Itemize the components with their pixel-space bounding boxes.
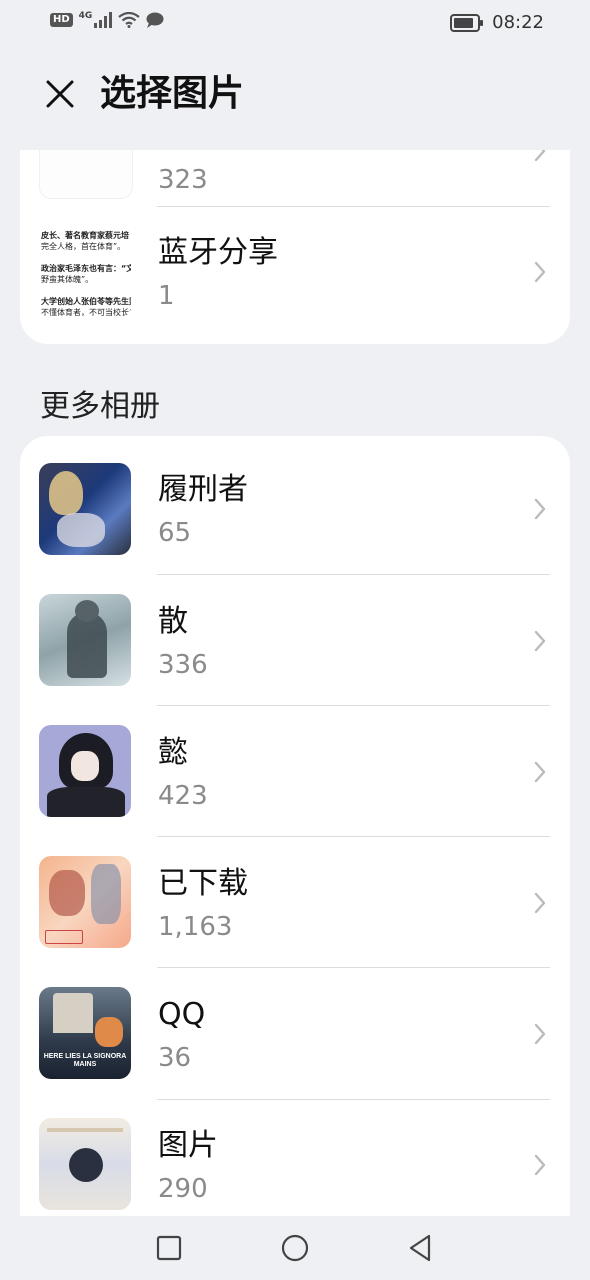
album-row[interactable]: 图片 290 [20, 1092, 570, 1216]
section-title-more-albums: 更多相册 [40, 389, 160, 424]
message-icon [146, 12, 164, 28]
thumbnail-doc-line [41, 285, 129, 296]
chevron-right-icon [534, 498, 546, 520]
thumbnail-caption: HERE LIES LA SIGNORA MAINS [43, 1053, 127, 1068]
thumbnail-doc-line: 完全人格，首在体育”。 [41, 242, 126, 251]
status-time: 08:22 [492, 12, 544, 33]
square-icon [156, 1235, 182, 1261]
chevron-right-icon [534, 1023, 546, 1045]
album-thumbnail [39, 463, 131, 555]
chevron-right-icon [534, 261, 546, 283]
album-name: 已下载 [158, 866, 248, 901]
album-thumbnail-document: 皮长、著名教育家蔡元培完全人格，首在体育”。 政治家毛泽东也有言：“文明野蛮其体… [39, 226, 131, 318]
chevron-right-icon [534, 892, 546, 914]
circle-icon [281, 1234, 309, 1262]
thumbnail-doc-line: 皮长、著名教育家蔡元培 [41, 231, 129, 240]
album-count: 1 [158, 281, 175, 311]
page-title: 选择图片 [100, 73, 245, 114]
thumbnail-doc-line: 不懂体育者，不可当校长”。 [41, 308, 131, 317]
album-list-more: 履刑者 65 散 336 懿 423 已下载 1,163 HERE LIES L… [20, 436, 570, 1216]
thumbnail-doc-line: 野蛮其体魄”。 [41, 275, 94, 284]
chevron-right-icon [534, 1154, 546, 1176]
album-row[interactable]: 懿 423 [20, 699, 570, 830]
status-right: 08:22 [450, 12, 544, 33]
album-name: 懿 [158, 735, 188, 770]
close-icon [46, 80, 74, 108]
app-header: 选择图片 [0, 60, 590, 130]
album-row-bluetooth[interactable]: 皮长、著名教育家蔡元培完全人格，首在体育”。 政治家毛泽东也有言：“文明野蛮其体… [20, 207, 570, 338]
album-name: QQ [158, 997, 206, 1032]
back-button[interactable] [404, 1232, 436, 1264]
network-label: 4G [78, 11, 93, 21]
status-left: HD 4G [50, 11, 164, 28]
thumbnail-doc-line: 政治家毛泽东也有言：“文明 [41, 264, 131, 273]
battery-icon [450, 13, 484, 32]
triangle-back-icon [409, 1234, 431, 1262]
home-button[interactable] [279, 1232, 311, 1264]
album-thumbnail [39, 594, 131, 686]
system-nav-bar [0, 1216, 590, 1280]
album-thumbnail [39, 150, 133, 199]
album-thumbnail: HERE LIES LA SIGNORA MAINS [39, 987, 131, 1079]
chevron-right-icon [534, 630, 546, 652]
album-count: 36 [158, 1043, 192, 1073]
album-row[interactable]: HERE LIES LA SIGNORA MAINS QQ 36 [20, 961, 570, 1092]
album-name: 图片 [158, 1128, 218, 1163]
album-thumbnail [39, 1118, 131, 1210]
album-count: 290 [158, 1174, 208, 1204]
wifi-icon [118, 12, 141, 28]
album-row[interactable]: 履刑者 65 [20, 436, 570, 567]
signal-icon [94, 12, 113, 28]
album-count: 423 [158, 781, 208, 811]
album-name: 散 [158, 604, 188, 639]
album-name: 蓝牙分享 [158, 235, 278, 270]
thumbnail-doc-line: 大学创始人张伯苓等先生则 [41, 297, 131, 306]
album-count: 323 [158, 165, 208, 195]
album-row[interactable]: 散 336 [20, 568, 570, 699]
status-bar: HD 4G 08:22 [0, 0, 590, 46]
album-count: 1,163 [158, 912, 233, 942]
album-count: 65 [158, 518, 192, 548]
album-name: 履刑者 [158, 472, 248, 507]
album-list-top: 323 皮长、著名教育家蔡元培完全人格，首在体育”。 政治家毛泽东也有言：“文明… [20, 150, 570, 344]
album-count: 336 [158, 650, 208, 680]
chevron-right-icon [534, 150, 546, 162]
thumbnail-doc-line [41, 252, 129, 263]
album-row[interactable]: 已下载 1,163 [20, 830, 570, 961]
chevron-right-icon [534, 761, 546, 783]
album-thumbnail [39, 856, 131, 948]
hd-badge: HD [50, 13, 73, 27]
recents-button[interactable] [153, 1232, 185, 1264]
close-button[interactable] [40, 74, 80, 114]
thumbnail-doc-text: 皮长、著名教育家蔡元培完全人格，首在体育”。 政治家毛泽东也有言：“文明野蛮其体… [39, 226, 131, 318]
album-thumbnail [39, 725, 131, 817]
